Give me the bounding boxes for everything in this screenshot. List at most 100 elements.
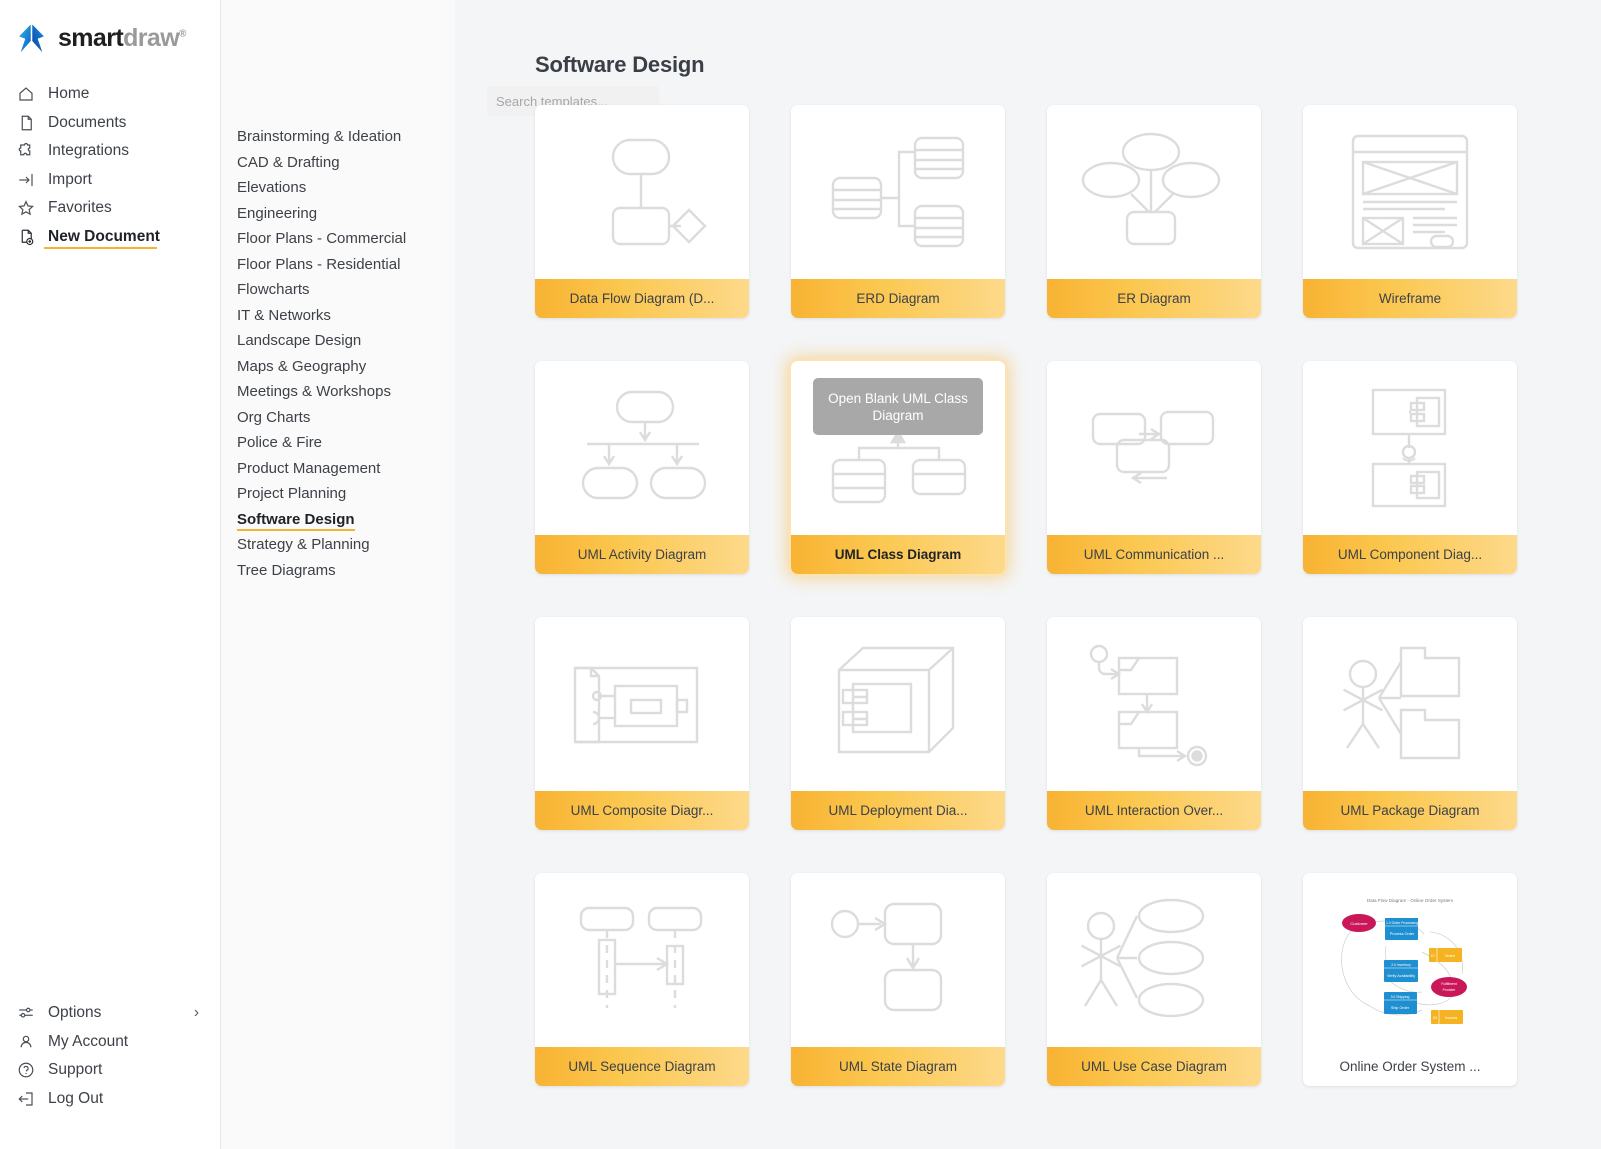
nav-item-support[interactable]: Support — [0, 1056, 221, 1085]
svg-text:3.0 Shipping: 3.0 Shipping — [1391, 995, 1410, 999]
svg-text:Process Order: Process Order — [1390, 932, 1415, 936]
brand-logo[interactable]: smartdraw® — [0, 0, 220, 58]
template-card-label: Data Flow Diagram (D... — [535, 279, 749, 318]
category-label: Strategy & Planning — [237, 536, 370, 553]
category-label: Flowcharts — [237, 281, 310, 298]
nav-item-favorites[interactable]: Favorites — [0, 194, 220, 223]
uml-deployment-thumb — [791, 617, 1005, 791]
template-card-uml-interaction-overview-diagram[interactable]: UML Interaction Over... — [1047, 617, 1261, 830]
import-arrow-icon — [16, 170, 35, 189]
category-item-landscape-design[interactable]: Landscape Design — [237, 328, 361, 354]
template-card-label: Online Order System ... — [1303, 1047, 1517, 1086]
category-item-meetings-workshops[interactable]: Meetings & Workshops — [237, 379, 391, 405]
category-item-it-networks[interactable]: IT & Networks — [237, 303, 331, 329]
svg-text:Invoices: Invoices — [1445, 1016, 1458, 1020]
uml-activity-thumb — [535, 361, 749, 535]
uml-state-thumb — [791, 873, 1005, 1047]
data-flow-diagram-thumb — [535, 105, 749, 279]
svg-text:1.0 Order Processing: 1.0 Order Processing — [1386, 921, 1418, 925]
page-title: Software Design — [535, 52, 1601, 78]
smartdraw-logo-icon — [16, 23, 47, 54]
nav-item-support-label: Support — [48, 1061, 102, 1079]
uml-composite-thumb — [535, 617, 749, 791]
svg-text:D1: D1 — [1431, 954, 1435, 958]
active-category-underline — [237, 529, 355, 532]
nav-item-documents[interactable]: Documents — [0, 109, 220, 138]
template-card-er-diagram[interactable]: ER Diagram — [1047, 105, 1261, 318]
sliders-icon — [16, 1004, 35, 1023]
category-label: Software Design — [237, 511, 355, 528]
template-card-uml-deployment-diagram[interactable]: UML Deployment Dia... — [791, 617, 1005, 830]
category-item-cad-drafting[interactable]: CAD & Drafting — [237, 150, 340, 176]
template-card-uml-class-diagram[interactable]: Open Blank UML Class Diagram — [791, 361, 1005, 574]
category-label: Brainstorming & Ideation — [237, 128, 401, 145]
template-card-label: UML Activity Diagram — [535, 535, 749, 574]
uml-usecase-thumb — [1047, 873, 1261, 1047]
template-card-label: UML Interaction Over... — [1047, 791, 1261, 830]
open-blank-template-button[interactable]: Open Blank UML Class Diagram — [813, 378, 983, 435]
online-order-system-thumb: Data Flow Diagram - Online Order System … — [1303, 873, 1517, 1047]
category-item-brainstorming-ideation[interactable]: Brainstorming & Ideation — [237, 124, 401, 150]
uml-communication-thumb — [1047, 361, 1261, 535]
star-icon — [16, 199, 35, 218]
nav-item-import-label: Import — [48, 171, 92, 189]
uml-package-thumb — [1303, 617, 1517, 791]
category-item-project-planning[interactable]: Project Planning — [237, 481, 346, 507]
template-card-uml-communication-diagram[interactable]: UML Communication ... — [1047, 361, 1261, 574]
category-item-software-design[interactable]: Software Design — [237, 507, 355, 533]
home-icon — [16, 85, 35, 104]
category-item-police-fire[interactable]: Police & Fire — [237, 430, 322, 456]
question-circle-icon — [16, 1061, 35, 1080]
category-item-elevations[interactable]: Elevations — [237, 175, 306, 201]
uml-component-thumb — [1303, 361, 1517, 535]
template-category-panel: Brainstorming & Ideation CAD & Drafting … — [221, 0, 455, 1149]
nav-item-integrations[interactable]: Integrations — [0, 137, 220, 166]
nav-item-options[interactable]: Options › — [0, 999, 221, 1028]
template-card-wireframe[interactable]: Wireframe — [1303, 105, 1517, 318]
category-item-org-charts[interactable]: Org Charts — [237, 405, 310, 431]
template-card-label: UML Package Diagram — [1303, 791, 1517, 830]
template-card-label: UML Communication ... — [1047, 535, 1261, 574]
brand-draw: draw — [123, 24, 179, 52]
template-card-uml-state-diagram[interactable]: UML State Diagram — [791, 873, 1005, 1086]
template-card-uml-package-diagram[interactable]: UML Package Diagram — [1303, 617, 1517, 830]
svg-text:Fulfillment: Fulfillment — [1441, 982, 1457, 986]
template-card-label: UML Deployment Dia... — [791, 791, 1005, 830]
category-item-flowcharts[interactable]: Flowcharts — [237, 277, 310, 303]
left-navigation-sidebar: smartdraw® Home Documents Integrations I… — [0, 0, 221, 1149]
active-nav-underline — [44, 247, 157, 250]
template-card-uml-component-diagram[interactable]: UML Component Diag... — [1303, 361, 1517, 574]
svg-text:Customer: Customer — [1350, 921, 1368, 926]
svg-text:Provider: Provider — [1443, 988, 1456, 992]
category-item-engineering[interactable]: Engineering — [237, 201, 317, 227]
nav-item-log-out[interactable]: Log Out — [0, 1085, 221, 1114]
secondary-nav-list: Options › My Account Support Log Out — [0, 999, 221, 1113]
category-item-maps-geography[interactable]: Maps & Geography — [237, 354, 366, 380]
category-list: Brainstorming & Ideation CAD & Drafting … — [221, 124, 455, 583]
template-card-erd-diagram[interactable]: ERD Diagram — [791, 105, 1005, 318]
svg-text:D2: D2 — [1433, 1016, 1437, 1020]
template-card-uml-composite-diagram[interactable]: UML Composite Diagr... — [535, 617, 749, 830]
template-card-data-flow-diagram[interactable]: Data Flow Diagram (D... — [535, 105, 749, 318]
template-card-uml-sequence-diagram[interactable]: UML Sequence Diagram — [535, 873, 749, 1086]
nav-item-new-document[interactable]: New Document — [0, 223, 220, 252]
category-item-product-management[interactable]: Product Management — [237, 456, 380, 482]
template-card-online-order-system[interactable]: Data Flow Diagram - Online Order System … — [1303, 873, 1517, 1086]
er-diagram-thumb — [1047, 105, 1261, 279]
uml-sequence-thumb — [535, 873, 749, 1047]
nav-item-my-account[interactable]: My Account — [0, 1028, 221, 1057]
category-item-strategy-planning[interactable]: Strategy & Planning — [237, 532, 370, 558]
template-card-label: UML Sequence Diagram — [535, 1047, 749, 1086]
category-item-tree-diagrams[interactable]: Tree Diagrams — [237, 558, 336, 584]
template-card-uml-use-case-diagram[interactable]: UML Use Case Diagram — [1047, 873, 1261, 1086]
nav-item-home[interactable]: Home — [0, 80, 220, 109]
nav-item-import[interactable]: Import — [0, 166, 220, 195]
category-item-floor-plans-commercial[interactable]: Floor Plans - Commercial — [237, 226, 406, 252]
nav-item-integrations-label: Integrations — [48, 142, 129, 160]
category-label: Org Charts — [237, 409, 310, 426]
category-label: Product Management — [237, 460, 380, 477]
template-card-label: Wireframe — [1303, 279, 1517, 318]
category-item-floor-plans-residential[interactable]: Floor Plans - Residential — [237, 252, 400, 278]
template-card-uml-activity-diagram[interactable]: UML Activity Diagram — [535, 361, 749, 574]
category-label: Meetings & Workshops — [237, 383, 391, 400]
